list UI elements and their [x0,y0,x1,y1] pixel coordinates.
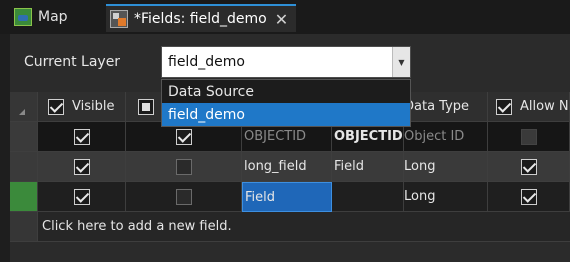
row-selector[interactable] [10,122,38,152]
current-layer-dropdown-list: Data Source field_demo [161,79,411,127]
allow-null-checkbox[interactable] [520,158,537,175]
tab-fields-label: *Fields: field_demo [134,11,267,27]
data-type-cell[interactable]: Object ID [404,122,488,152]
tab-fields[interactable]: *Fields: field_demo ✕ [106,4,296,32]
allow-null-checkbox [520,128,537,145]
table-row[interactable]: long_field Field Long [10,152,570,182]
col-data-type-header[interactable]: Data Type [404,92,488,122]
chevron-down-icon[interactable]: ▼ [392,47,410,77]
row-selector-new[interactable] [10,182,38,212]
tab-bar: Map *Fields: field_demo ✕ [0,0,570,34]
dropdown-option-field-demo[interactable]: field_demo [162,103,410,126]
allow-null-all-checkbox[interactable] [496,98,512,115]
alias-cell[interactable] [332,182,404,212]
readonly-checkbox[interactable] [175,128,192,145]
table-row[interactable]: Field Long [10,182,570,212]
col-data-type-label: Data Type [404,99,470,114]
col-visible-label: Visible [72,99,115,114]
readonly-checkbox[interactable] [175,188,192,205]
alias-cell[interactable]: Field [332,152,404,182]
allow-null-cell[interactable] [488,152,570,182]
allow-null-cell[interactable] [488,182,570,212]
readonly-cell[interactable] [126,182,242,212]
add-field-row[interactable]: Click here to add a new field. [38,212,570,242]
visible-checkbox[interactable] [73,128,90,145]
visible-cell[interactable] [38,122,126,152]
data-type-cell[interactable]: Long [404,152,488,182]
tab-map-label: Map [38,9,68,25]
col-visible-header[interactable]: Visible [38,92,126,122]
visible-checkbox[interactable] [73,158,90,175]
close-icon[interactable]: ✕ [275,10,288,29]
visible-all-checkbox[interactable] [48,98,64,115]
visible-cell[interactable] [38,152,126,182]
visible-checkbox[interactable] [73,188,90,205]
readonly-all-checkbox[interactable] [138,98,154,115]
allow-null-checkbox[interactable] [520,188,537,205]
col-allow-null-header[interactable]: Allow NU [488,92,570,122]
sort-corner-icon [19,109,25,115]
current-layer-value: field_demo [168,54,245,70]
visible-cell[interactable] [38,182,126,212]
dropdown-option-data-source[interactable]: Data Source [162,80,410,103]
select-all-corner[interactable] [10,92,38,122]
row-selector[interactable] [10,152,38,182]
field-name-input[interactable]: Field [242,182,332,212]
readonly-checkbox[interactable] [175,158,192,175]
fields-view-icon [110,10,128,28]
allow-null-cell[interactable] [488,122,570,152]
current-layer-label: Current Layer [24,54,121,70]
fields-view-pane: Current Layer field_demo ▼ Visible Data … [10,34,570,262]
tab-map[interactable]: Map [10,4,102,30]
map-icon [14,8,32,26]
field-name-cell[interactable]: long_field [242,152,332,182]
col-allow-null-label: Allow NU [520,99,569,114]
add-row-selector [10,212,38,242]
readonly-cell[interactable] [126,152,242,182]
data-type-cell[interactable]: Long [404,182,488,212]
current-layer-select[interactable]: field_demo ▼ [161,46,411,78]
